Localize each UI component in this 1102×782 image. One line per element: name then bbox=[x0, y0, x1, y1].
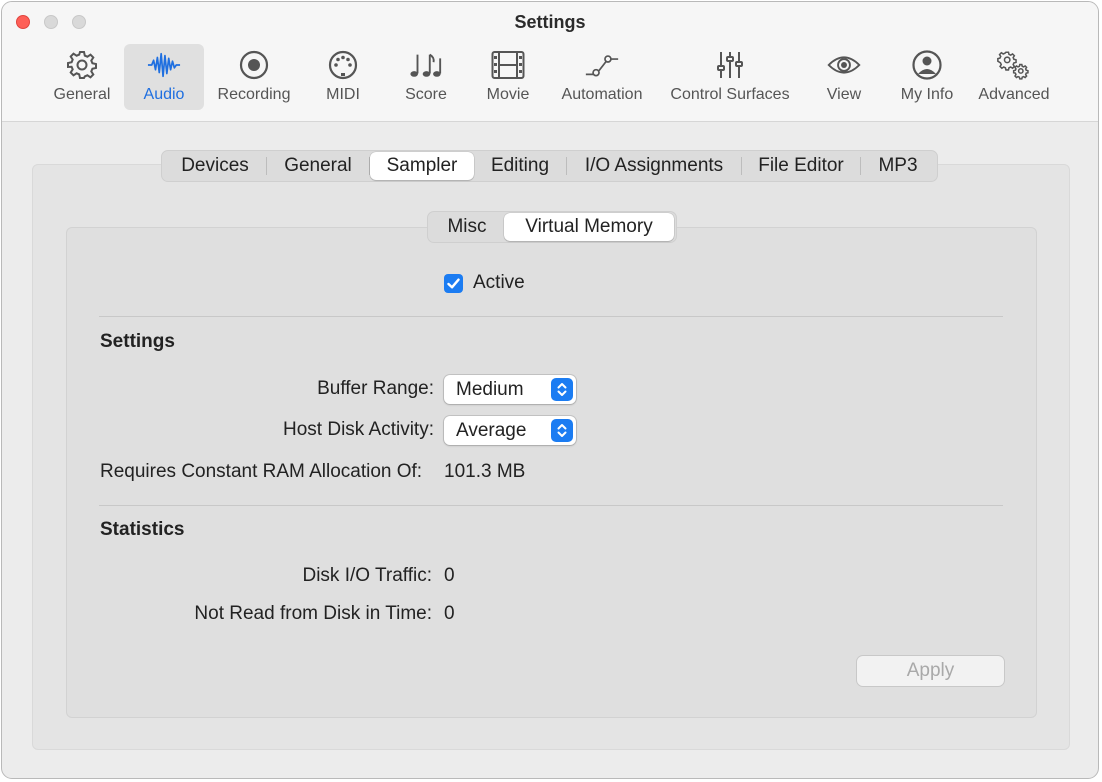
tab-file-editor[interactable]: File Editor bbox=[742, 152, 860, 180]
window-title: Settings bbox=[514, 12, 586, 32]
settings-heading: Settings bbox=[100, 331, 175, 352]
settings-window: Settings General Audio Recording MIDI Sc… bbox=[1, 1, 1099, 779]
film-strip-icon bbox=[491, 48, 525, 82]
record-icon bbox=[237, 48, 271, 82]
tab-general[interactable]: General bbox=[267, 152, 369, 180]
divider bbox=[99, 505, 1003, 506]
toolbar-item-my-info[interactable]: My Info bbox=[892, 44, 962, 110]
disk-io-traffic-label: Disk I/O Traffic: bbox=[302, 565, 432, 586]
toolbar-item-midi[interactable]: MIDI bbox=[310, 44, 376, 110]
toolbar-item-general[interactable]: General bbox=[46, 44, 118, 110]
tab-sampler[interactable]: Sampler bbox=[370, 152, 474, 180]
ram-allocation-value: 101.3 MB bbox=[444, 461, 526, 482]
toolbar-item-automation[interactable]: Automation bbox=[554, 44, 650, 110]
toolbar-item-control-surfaces[interactable]: Control Surfaces bbox=[662, 44, 798, 110]
tab-mp3[interactable]: MP3 bbox=[861, 152, 935, 180]
ram-allocation-label: Requires Constant RAM Allocation Of: bbox=[100, 461, 423, 482]
chevron-up-down-icon bbox=[551, 419, 573, 442]
main-tab-bar: Devices General Sampler Editing I/O Assi… bbox=[161, 150, 938, 182]
chevron-up-down-icon bbox=[551, 378, 573, 401]
toolbar-item-advanced[interactable]: Advanced bbox=[972, 44, 1056, 110]
divider bbox=[99, 316, 1003, 317]
gear-icon bbox=[65, 48, 99, 82]
toolbar-item-score[interactable]: Score bbox=[394, 44, 458, 110]
toolbar-item-view[interactable]: View bbox=[812, 44, 876, 110]
disk-io-traffic-value: 0 bbox=[444, 565, 455, 586]
gears-icon bbox=[997, 48, 1031, 82]
statistics-heading: Statistics bbox=[100, 519, 185, 540]
host-disk-activity-label: Host Disk Activity: bbox=[283, 419, 434, 440]
tab-io-assignments[interactable]: I/O Assignments bbox=[567, 152, 741, 180]
toolbar-item-audio[interactable]: Audio bbox=[124, 44, 204, 110]
checkmark-icon bbox=[447, 278, 460, 289]
waveform-icon bbox=[147, 48, 181, 82]
tab-devices[interactable]: Devices bbox=[164, 152, 266, 180]
titlebar: Settings General Audio Recording MIDI Sc… bbox=[2, 2, 1098, 122]
apply-button[interactable]: Apply bbox=[857, 656, 1004, 686]
not-read-from-disk-value: 0 bbox=[444, 603, 455, 624]
tab-misc[interactable]: Misc bbox=[430, 213, 504, 241]
person-circle-icon bbox=[910, 48, 944, 82]
buffer-range-select[interactable]: Medium bbox=[444, 375, 576, 404]
toolbar-item-movie[interactable]: Movie bbox=[476, 44, 540, 110]
active-checkbox[interactable] bbox=[444, 274, 463, 293]
buffer-range-value: Medium bbox=[456, 379, 524, 400]
midi-connector-icon bbox=[326, 48, 360, 82]
tab-virtual-memory[interactable]: Virtual Memory bbox=[504, 213, 674, 241]
sliders-icon bbox=[713, 48, 747, 82]
host-disk-activity-value: Average bbox=[456, 420, 527, 441]
host-disk-activity-select[interactable]: Average bbox=[444, 416, 576, 445]
music-notes-icon bbox=[409, 48, 443, 82]
tab-editing[interactable]: Editing bbox=[474, 152, 566, 180]
sub-tab-bar: Misc Virtual Memory bbox=[427, 211, 677, 243]
not-read-from-disk-label: Not Read from Disk in Time: bbox=[194, 603, 432, 624]
automation-curve-icon bbox=[585, 48, 619, 82]
eye-icon bbox=[827, 48, 861, 82]
active-label: Active bbox=[473, 272, 525, 293]
toolbar-item-recording[interactable]: Recording bbox=[212, 44, 296, 110]
buffer-range-label: Buffer Range: bbox=[317, 378, 434, 399]
